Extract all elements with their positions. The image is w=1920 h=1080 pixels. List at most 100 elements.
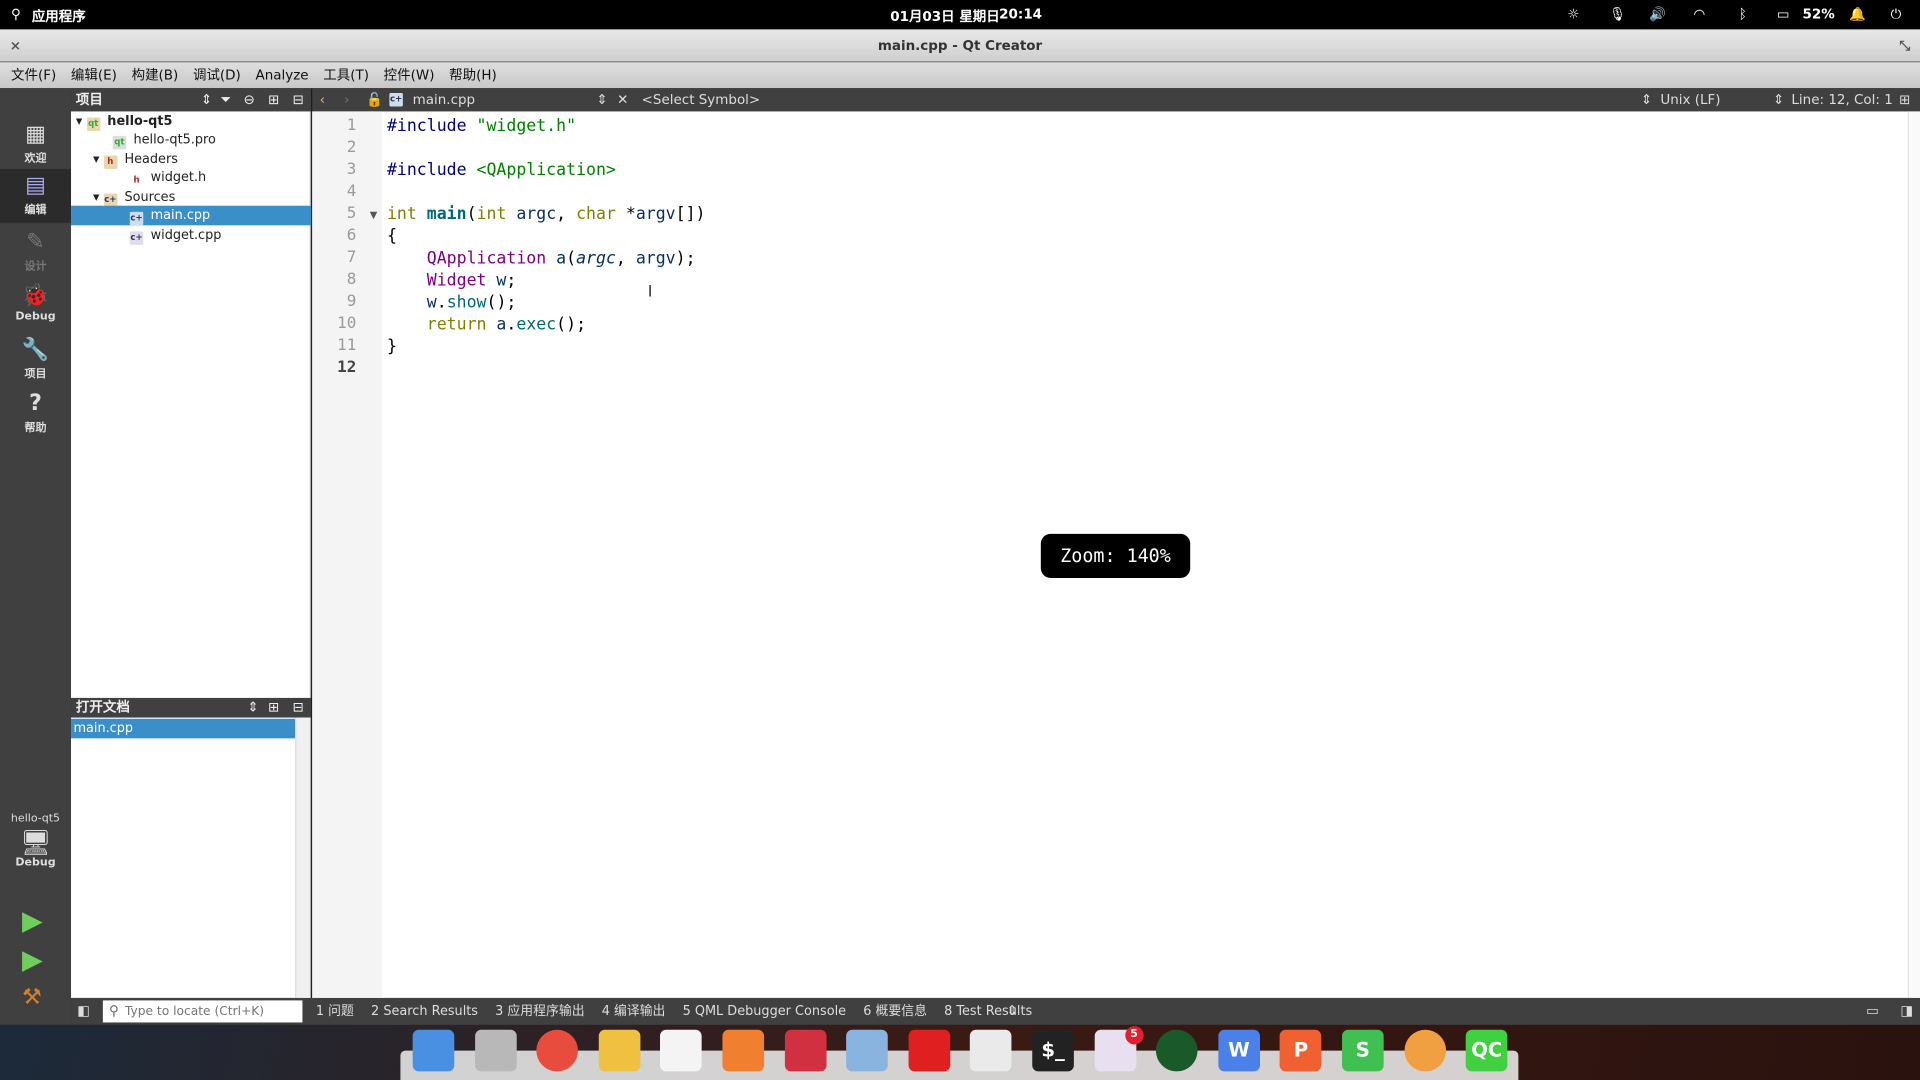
code-line[interactable]: { (387, 225, 397, 247)
output-pane-tab[interactable]: 1 问题 (316, 998, 354, 1025)
bluetooth-icon[interactable]: ᛒ (1739, 6, 1747, 22)
open-doc-item[interactable]: main.cpp (71, 718, 297, 739)
dock-wps-spreadsheet-icon[interactable]: S (1342, 1029, 1384, 1072)
tree-item-sources[interactable]: ▾ c+ Sources (71, 187, 311, 207)
dock-music-icon[interactable] (722, 1029, 765, 1072)
forward-icon[interactable]: › (344, 88, 349, 111)
wifi-icon[interactable]: ◠ (1693, 6, 1705, 22)
tree-item-pro[interactable]: qt hello-qt5.pro (71, 130, 311, 150)
tree-item-widget-h[interactable]: h widget.h (71, 168, 311, 188)
dock-file-manager-icon[interactable] (474, 1029, 517, 1072)
code-line[interactable]: } (387, 336, 397, 358)
expand-icon[interactable]: ▾ (76, 114, 82, 129)
split-icon[interactable]: ⊞ (1899, 88, 1910, 111)
mode-projects[interactable]: 🔧 项目 (0, 333, 71, 387)
sort-updown-icon[interactable]: ⇕ (201, 88, 212, 111)
line-number-gutter[interactable]: 1 2 3 4 5 6 7 8 9 10 11 12 (312, 111, 383, 998)
locator-input[interactable] (102, 1000, 303, 1023)
code-line[interactable]: QApplication a(argc, argv); (387, 247, 696, 269)
applications-menu[interactable]: 应用程序 (32, 6, 86, 26)
tree-item-main-cpp[interactable]: c+ main.cpp (71, 205, 312, 226)
dock-terminal-icon[interactable]: $_ (1032, 1029, 1074, 1072)
expand-icon[interactable]: ▾ (93, 190, 99, 205)
dock-wps-writer-icon[interactable]: W (1218, 1029, 1260, 1072)
notification-icon[interactable]: 🔔 (1849, 6, 1866, 22)
split-icon[interactable]: ⊞ (268, 698, 279, 718)
menu-debug[interactable]: 调试(D) (193, 62, 241, 88)
code-line[interactable]: w.show(); (387, 291, 517, 313)
code-line[interactable]: #include "widget.h" (387, 115, 576, 137)
menu-analyze[interactable]: Analyze (256, 62, 309, 88)
dock-chrome-icon[interactable] (536, 1029, 579, 1072)
mode-debug[interactable]: 🐞 Debug (0, 279, 71, 333)
mode-help[interactable]: ? 帮助 (0, 387, 71, 441)
tree-item-headers[interactable]: ▾ h Headers (71, 149, 311, 169)
dock-wps-presentation-icon[interactable]: P (1280, 1029, 1322, 1072)
restore-icon[interactable]: ⤡ (1899, 29, 1910, 62)
toggle-output-icon[interactable]: ◨ (1900, 998, 1913, 1025)
dock-camera-icon[interactable] (1156, 1029, 1198, 1072)
expand-icon[interactable]: ▾ (93, 152, 99, 167)
split-icon[interactable]: ⊞ (268, 88, 279, 111)
code-line[interactable]: return a.exec(); (387, 313, 586, 335)
output-pane-tab[interactable]: 4 编译输出 (602, 998, 666, 1025)
dock-calendar-icon[interactable] (660, 1029, 703, 1072)
dock-multitask-icon[interactable] (412, 1029, 455, 1072)
back-icon[interactable]: ‹ (320, 88, 325, 111)
close-document-icon[interactable]: ✕ (617, 88, 628, 111)
kit-selector[interactable]: hello-qt5 🖥 Debug (0, 813, 71, 869)
scrollbar[interactable] (295, 717, 310, 998)
run-button[interactable]: ▶ (22, 906, 43, 937)
mode-design[interactable]: ✎ 设计 (0, 225, 71, 279)
code-line[interactable]: Widget w; (387, 269, 517, 291)
output-pane-tab[interactable]: 6 概要信息 (863, 998, 927, 1025)
menu-tools[interactable]: 工具(T) (323, 62, 369, 88)
battery-icon[interactable]: ▭ (1777, 6, 1790, 22)
date[interactable]: 01月03日 星期日 (890, 6, 1000, 26)
output-pane-tab[interactable]: 2 Search Results (371, 998, 478, 1025)
progress-toggle-icon[interactable]: ▭ (1866, 998, 1879, 1025)
code-line[interactable]: int main(int argc, char *argv[]) (387, 203, 706, 225)
dock-netease-music-icon[interactable] (908, 1029, 950, 1072)
mode-edit[interactable]: ▤ 编辑 (0, 168, 72, 223)
scrollbar[interactable] (1907, 111, 1920, 998)
cursor-position[interactable]: Line: 12, Col: 1 (1791, 88, 1892, 111)
search-icon[interactable]: ⚲ (11, 6, 21, 22)
menu-file[interactable]: 文件(F) (11, 62, 56, 88)
fold-arrow-icon[interactable]: ▼ (370, 209, 378, 220)
sort-updown-icon[interactable]: ⇕ (247, 698, 258, 718)
debug-run-button[interactable]: ▶ (22, 945, 43, 976)
tree-item-project[interactable]: ▾ qt hello-qt5 (71, 111, 311, 132)
close-pane-icon[interactable]: ⊟ (293, 698, 304, 718)
toggle-sidebar-icon[interactable]: ◧ (77, 998, 90, 1025)
filter-icon[interactable]: ⏷ (220, 88, 231, 111)
code-line[interactable]: #include <QApplication> (387, 159, 616, 181)
sort-updown-icon[interactable]: ⇕ (1007, 998, 1018, 1025)
dock-qt-creator-icon[interactable]: QC (1465, 1029, 1508, 1072)
menu-edit[interactable]: 编辑(E) (71, 62, 117, 88)
mode-welcome[interactable]: ▦ 欢迎 (0, 118, 71, 172)
microphone-icon[interactable]: 🎙 (1609, 6, 1626, 22)
menu-help[interactable]: 帮助(H) (449, 62, 497, 88)
menu-build[interactable]: 构建(B) (132, 62, 179, 88)
line-ending-select[interactable]: Unix (LF) (1660, 88, 1720, 111)
close-pane-icon[interactable]: ⊟ (293, 88, 304, 111)
sort-updown-icon[interactable]: ⇕ (1641, 88, 1652, 111)
power-icon[interactable]: ⏻ (1891, 6, 1902, 23)
close-icon[interactable]: × (10, 29, 21, 62)
symbol-select[interactable]: <Select Symbol> (642, 88, 761, 111)
volume-icon[interactable]: 🔊 (1649, 6, 1666, 22)
sort-updown-icon[interactable]: ⇕ (1773, 88, 1784, 111)
clock[interactable]: 20:14 (999, 6, 1042, 22)
link-icon[interactable]: ⊖ (244, 88, 255, 111)
output-pane-tab[interactable]: 8 Test Results (944, 998, 1032, 1025)
menu-controls[interactable]: 控件(W) (384, 62, 435, 88)
build-hammer-button[interactable]: ⚒ (22, 984, 42, 1010)
dock-control-center-icon[interactable] (970, 1029, 1012, 1072)
dock-app-store-icon[interactable]: 5 (1094, 1026, 1144, 1072)
tree-item-widget-cpp[interactable]: c+ widget.cpp (71, 225, 311, 245)
open-file-select[interactable]: main.cpp (413, 88, 475, 111)
projects-view-select[interactable]: 项目 (76, 92, 103, 108)
brightness-icon[interactable]: ☼ (1567, 6, 1579, 22)
dock-color-picker-icon[interactable] (1403, 1029, 1446, 1072)
